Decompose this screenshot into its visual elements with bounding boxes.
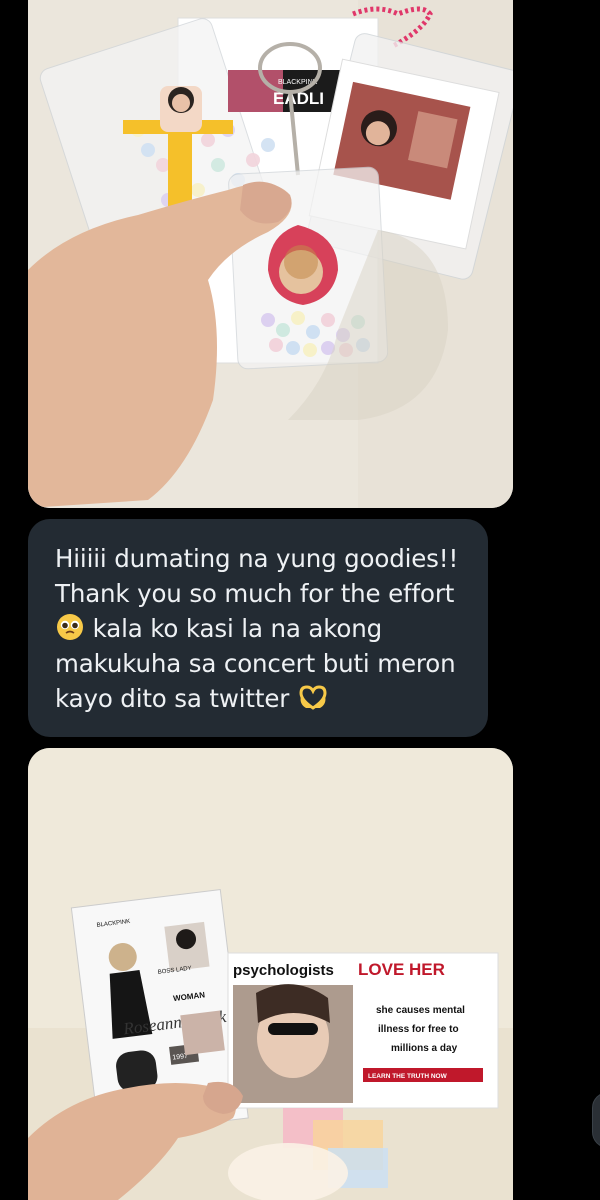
message-line-4: makukuha sa concert buti meron	[55, 649, 456, 678]
message-bubble[interactable]: Hiiiii dumating na yung goodies!! Thank …	[28, 519, 488, 737]
message-line-1: Hiiiii dumating na yung goodies!!	[55, 544, 459, 573]
message-text: Hiiiii dumating na yung goodies!! Thank …	[55, 541, 462, 716]
card-body-line-3: millions a day	[391, 1043, 458, 1054]
message-line-3: kala ko kasi la na akong	[55, 611, 462, 646]
pleading-face-icon	[57, 614, 83, 640]
stickers-photo-illustration: BLACKPINK BOSS LADY WOMAN Roseanne Park …	[28, 748, 513, 1200]
message-line-3-text: kala ko kasi la na akong	[92, 614, 382, 643]
card-body-line-1: she causes mental	[376, 1005, 465, 1016]
goodies-photo-illustration: BLACKPINK EADLI	[28, 0, 513, 508]
message-line-5: kayo dito sa twitter	[55, 681, 462, 716]
card-headline-emphasis: LOVE HER	[358, 960, 445, 979]
heart-hands-icon	[299, 685, 327, 710]
attached-photo-goodies[interactable]: BLACKPINK EADLI	[28, 0, 513, 508]
attached-photo-stickers[interactable]: BLACKPINK BOSS LADY WOMAN Roseanne Park …	[28, 748, 513, 1200]
message-line-5-text: kayo dito sa twitter	[55, 684, 290, 713]
card-headline-prefix: psychologists	[233, 962, 334, 979]
scroll-side-button[interactable]	[592, 1092, 600, 1148]
card-body-line-2: illness for free to	[378, 1024, 459, 1035]
card-cta: LEARN THE TRUTH NOW	[368, 1073, 448, 1080]
message-line-2: Thank you so much for the effort	[55, 579, 455, 608]
